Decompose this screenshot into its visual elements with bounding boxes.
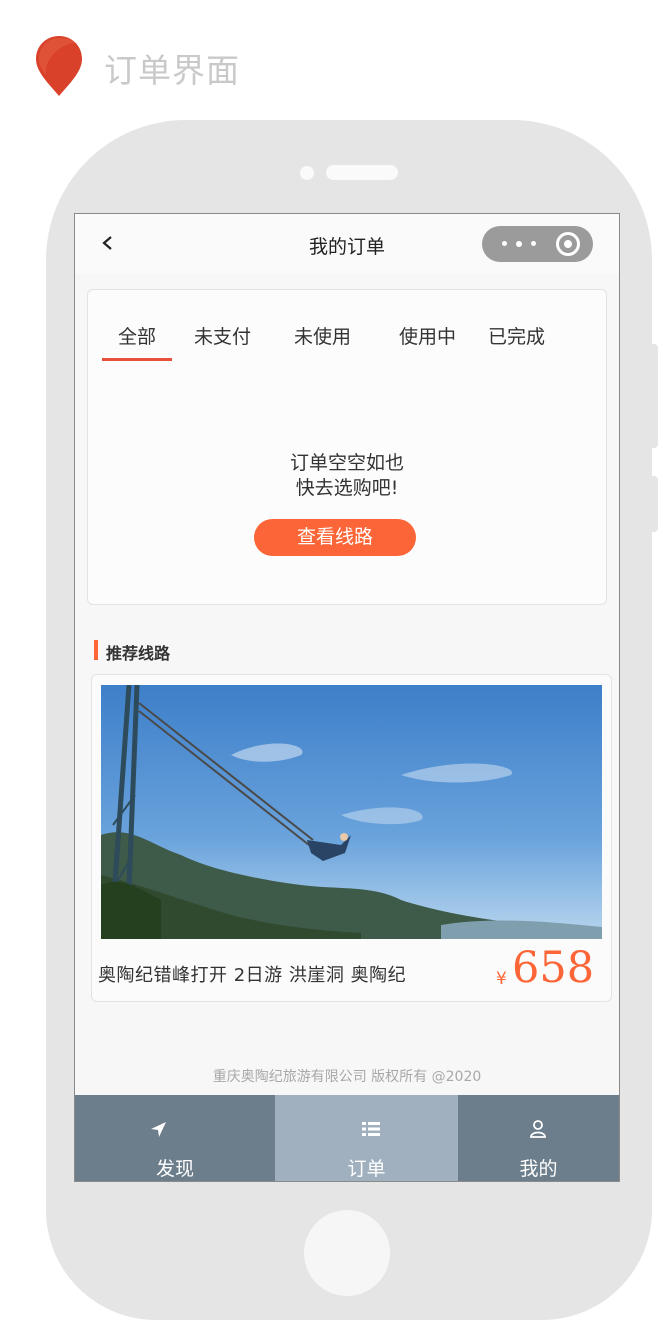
mini-program-capsule	[482, 226, 593, 262]
route-price: 658	[512, 943, 595, 993]
tab-all[interactable]: 全部	[118, 322, 156, 349]
copyright: 重庆奥陶纪旅游有限公司 版权所有 @2020	[212, 1069, 482, 1085]
page-title: 订单界面	[104, 51, 240, 90]
empty-message: 订单空空如也	[289, 452, 404, 474]
tabbar-discover-label: 发现	[155, 1158, 194, 1180]
power-button	[650, 476, 658, 532]
front-camera	[300, 166, 314, 180]
bottom-tabbar: 发现 订单 我的	[75, 1095, 619, 1181]
currency-symbol: ¥	[496, 969, 507, 989]
tabbar-orders-label: 订单	[347, 1158, 386, 1180]
route-name: 奥陶纪错峰打开 2日游 洪崖洞 奥陶纪	[98, 965, 407, 986]
tabbar-orders[interactable]: 订单	[275, 1095, 458, 1181]
route-photo[interactable]	[101, 685, 602, 939]
volume-button	[650, 344, 658, 448]
location-pin-icon	[36, 36, 82, 96]
more-dots-icon[interactable]	[502, 240, 538, 247]
tab-in-use[interactable]: 使用中	[399, 322, 456, 349]
earpiece-speaker	[326, 165, 398, 180]
list-icon	[362, 1122, 380, 1136]
tab-unpaid[interactable]: 未支付	[194, 322, 251, 349]
user-icon	[530, 1120, 546, 1138]
tabbar-mine-label: 我的	[519, 1158, 558, 1180]
tabbar-mine[interactable]: 我的	[458, 1095, 619, 1181]
app-screen: 我的订单 全部 未支付 未使用 使用中 已完成 订单空空如也 快去选购吧! 查看…	[74, 213, 620, 1182]
tab-unused[interactable]: 未使用	[294, 322, 351, 349]
empty-hint: 快去选购吧!	[295, 477, 399, 499]
section-marker	[94, 640, 98, 660]
view-routes-button[interactable]: 查看线路	[254, 519, 416, 556]
home-button[interactable]	[304, 1210, 390, 1296]
route-card[interactable]: 奥陶纪错峰打开 2日游 洪崖洞 奥陶纪 ¥ 658	[91, 674, 612, 1002]
active-tab-indicator	[102, 358, 172, 361]
section-title: 推荐线路	[106, 644, 171, 663]
close-target-icon[interactable]	[556, 232, 580, 256]
tab-completed[interactable]: 已完成	[488, 322, 545, 349]
tabbar-discover[interactable]: 发现	[75, 1095, 275, 1181]
navigation-arrow-icon	[151, 1122, 166, 1137]
nav-bar: 我的订单	[75, 214, 619, 274]
order-card: 全部 未支付 未使用 使用中 已完成 订单空空如也 快去选购吧! 查看线路	[87, 289, 607, 605]
